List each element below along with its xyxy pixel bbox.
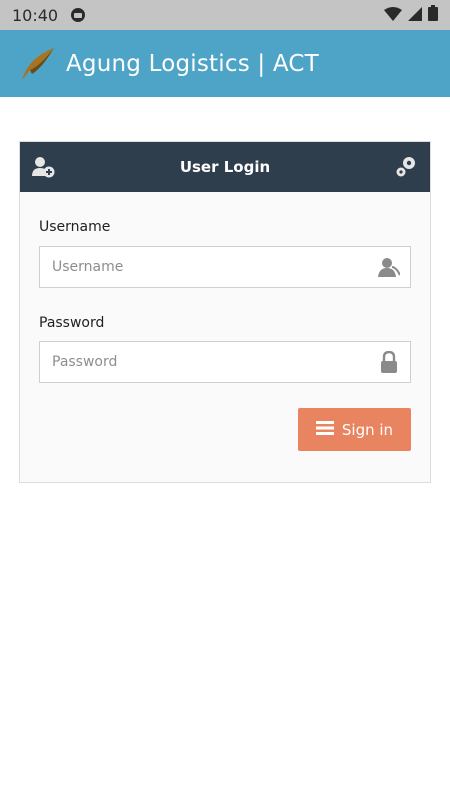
battery-icon <box>428 5 438 25</box>
app-title: Agung Logistics | ACT <box>66 50 319 77</box>
logo-icon <box>20 46 56 82</box>
status-icons <box>384 5 438 25</box>
login-card-title: User Login <box>179 158 271 176</box>
username-label: Username <box>39 219 111 235</box>
username-input[interactable] <box>52 247 378 287</box>
notification-icon <box>70 7 86 23</box>
app-header: Agung Logistics | ACT <box>0 30 450 97</box>
status-bar: 10:40 <box>0 0 450 30</box>
user-icon <box>378 256 400 278</box>
password-field <box>39 341 411 383</box>
wifi-icon <box>384 6 402 25</box>
sign-in-button[interactable]: Sign in <box>298 408 411 451</box>
status-time: 10:40 <box>12 5 59 25</box>
login-card: User Login Username Password <box>19 141 431 483</box>
sign-in-label: Sign in <box>341 420 394 439</box>
lock-icon <box>378 351 400 373</box>
password-input[interactable] <box>52 342 378 382</box>
password-label: Password <box>39 315 105 331</box>
user-add-icon[interactable] <box>32 155 56 179</box>
login-card-header: User Login <box>20 142 430 192</box>
menu-lines-icon <box>315 420 334 440</box>
settings-gear-icon[interactable] <box>394 155 418 179</box>
signal-icon <box>408 6 422 25</box>
username-field <box>39 246 411 288</box>
